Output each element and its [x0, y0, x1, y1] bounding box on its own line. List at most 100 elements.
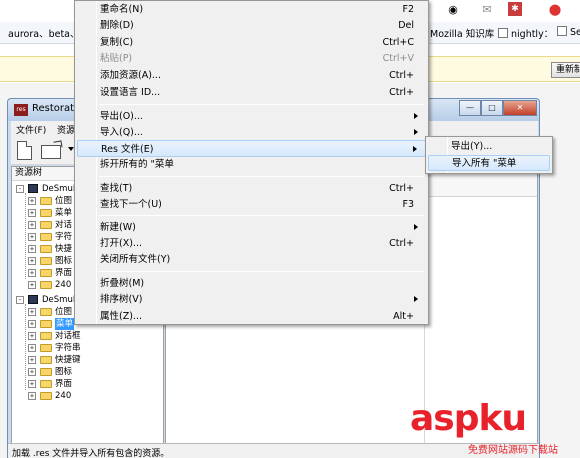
folder-icon: [40, 281, 52, 289]
submenu-item[interactable]: 导入所有 "菜单: [428, 155, 550, 171]
tree-node-label: 图标: [55, 367, 73, 377]
folder-icon: [40, 308, 52, 316]
bookmark-se[interactable]: Se: [557, 26, 580, 38]
open-folder-icon[interactable]: [41, 145, 61, 159]
context-menu-item[interactable]: 查找(T) Ctrl+: [77, 180, 426, 197]
tree-node[interactable]: + 图标: [14, 366, 159, 378]
reload-button[interactable]: 重新制: [551, 62, 580, 78]
context-menu-item[interactable]: 导入(Q)...: [77, 124, 426, 141]
context-menu-item[interactable]: 粘贴(P) Ctrl+V: [77, 50, 426, 67]
menu-item-shortcut: Alt+: [393, 311, 414, 322]
folder-icon: [40, 356, 52, 364]
context-menu-item[interactable]: 删除(D) Del: [77, 17, 426, 34]
addon-icon[interactable]: ✱: [508, 2, 522, 16]
menu-item-shortcut: Ctrl+V: [382, 53, 414, 64]
bookmark-se-label: Se: [570, 27, 580, 38]
notification-icon[interactable]: ◉: [444, 2, 462, 18]
minimize-icon[interactable]: —: [459, 100, 481, 116]
menu-item-label: 查找(T): [100, 183, 133, 194]
window-controls: — □ ✕: [459, 100, 537, 116]
context-menu-item[interactable]: 拆开所有的 "菜单: [77, 156, 426, 173]
expand-icon[interactable]: +: [28, 281, 36, 289]
close-icon[interactable]: ✕: [503, 100, 537, 116]
context-menu-item[interactable]: 查找下一个(U) F3: [77, 196, 426, 213]
res-file-submenu: 导出(Y)... 导入所有 "菜单: [425, 136, 553, 174]
context-menu-item[interactable]: 添加资源(A)... Ctrl+: [77, 67, 426, 84]
menu-item-label: 设置语言 ID...: [100, 87, 161, 98]
context-menu-item[interactable]: Res 文件(E): [77, 140, 426, 157]
menu-item-label: 折叠树(M): [100, 278, 145, 289]
tree-node[interactable]: + 快捷键: [14, 354, 159, 366]
tree-node[interactable]: + 字符串: [14, 342, 159, 354]
expand-icon[interactable]: +: [28, 380, 36, 388]
submenu-arrow-icon: [414, 224, 418, 230]
menu-item-label: 导入(Q)...: [100, 127, 143, 138]
context-menu-item[interactable]: 打开(X)... Ctrl+: [77, 235, 426, 252]
tree-node-label: 对话框: [55, 331, 81, 341]
context-menu-item[interactable]: 折叠树(M): [77, 275, 426, 292]
folder-icon: [40, 392, 52, 400]
tree-node[interactable]: + 界面: [14, 378, 159, 390]
expand-icon[interactable]: +: [28, 257, 36, 265]
context-menu-item[interactable]: 复制(C) Ctrl+C: [77, 34, 426, 51]
context-menu-item[interactable]: 重命名(N) F2: [77, 1, 426, 18]
watermark-tagline: 免费网站源码下载站: [468, 445, 558, 456]
menu-item-shortcut: Ctrl+C: [382, 37, 415, 48]
menu-item-label: 打开(X)...: [100, 238, 142, 249]
expand-icon[interactable]: +: [28, 221, 36, 229]
submenu-arrow-icon: [414, 113, 418, 119]
menu-item-label: 导出(O)...: [100, 111, 143, 122]
expand-icon[interactable]: +: [28, 344, 36, 352]
tree-node[interactable]: +240: [14, 390, 159, 402]
tree-node-label: 240: [55, 391, 72, 401]
folder-icon: [40, 245, 52, 253]
mail-icon[interactable]: ✉: [478, 2, 496, 18]
context-menu-item[interactable]: 排序树(V): [77, 291, 426, 308]
tree-node[interactable]: + 对话框: [14, 330, 159, 342]
menu-file[interactable]: 文件(F): [16, 123, 46, 136]
context-menu-item[interactable]: 设置语言 ID... Ctrl+: [77, 84, 426, 101]
expand-icon[interactable]: +: [28, 269, 36, 277]
menu-item-label: 关闭所有文件(Y): [100, 254, 171, 265]
tree-node-label: 快捷: [55, 244, 73, 254]
app-logo-icon: res: [14, 104, 28, 116]
expand-icon[interactable]: +: [28, 368, 36, 376]
expand-icon[interactable]: +: [28, 245, 36, 253]
context-menu-item[interactable]: 导出(O)...: [77, 108, 426, 125]
context-menu-item[interactable]: 新建(W): [77, 219, 426, 236]
expand-icon[interactable]: +: [28, 197, 36, 205]
context-menu-item[interactable]: 关闭所有文件(Y): [77, 251, 426, 268]
folder-icon: [40, 380, 52, 388]
folder-icon: [40, 233, 52, 241]
collapse-icon[interactable]: -: [16, 296, 24, 304]
submenu-item-label: 导出(Y)...: [451, 141, 493, 152]
maximize-icon[interactable]: □: [481, 100, 503, 116]
bookmark-aurora[interactable]: aurora、beta、: [8, 26, 80, 40]
menu-item-label: 删除(D): [100, 20, 134, 31]
menu-separator: [99, 104, 424, 105]
bookmark-mozilla-kb[interactable]: Mozilla 知识库: [430, 26, 494, 40]
folder-icon: [40, 320, 52, 328]
bookmark-nightly[interactable]: nightly：: [498, 26, 553, 40]
expand-icon[interactable]: +: [28, 392, 36, 400]
expand-icon[interactable]: +: [28, 209, 36, 217]
expand-icon[interactable]: +: [28, 356, 36, 364]
submenu-arrow-icon: [413, 146, 417, 152]
expand-icon[interactable]: +: [28, 320, 36, 328]
expand-icon[interactable]: +: [28, 308, 36, 316]
menu-item-label: 新建(W): [100, 222, 136, 233]
tree-node-label: 字符串: [55, 343, 81, 353]
expand-icon[interactable]: +: [28, 332, 36, 340]
collapse-icon[interactable]: -: [16, 185, 24, 193]
tree-node-label: 界面: [55, 379, 73, 389]
new-file-icon[interactable]: [17, 141, 32, 160]
menu-resource[interactable]: 资源: [57, 123, 75, 136]
menu-item-label: 属性(Z)...: [100, 311, 142, 322]
status-text: 加载 .res 文件并导入所有包含的资源。: [12, 449, 170, 458]
context-menu-item[interactable]: 属性(Z)... Alt+: [77, 308, 426, 325]
menu-item-label: 添加资源(A)...: [100, 70, 161, 81]
menu-separator: [99, 215, 424, 216]
expand-icon[interactable]: +: [28, 233, 36, 241]
submenu-item[interactable]: 导出(Y)...: [428, 139, 550, 155]
abp-icon[interactable]: ⬤: [546, 2, 564, 18]
